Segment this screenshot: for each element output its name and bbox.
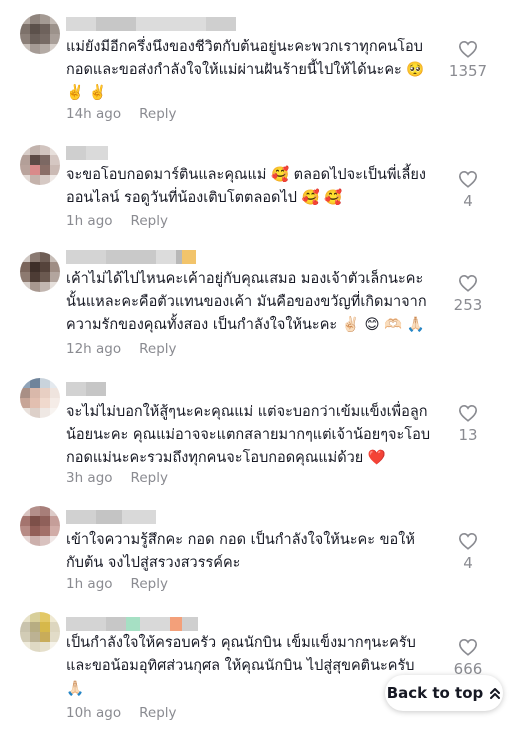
double-chevron-up-icon: [490, 688, 501, 699]
heart-icon: [458, 404, 478, 422]
heart-icon: [458, 40, 478, 58]
like-button[interactable]: 666: [444, 638, 492, 678]
username-blurred[interactable]: [66, 250, 196, 264]
avatar[interactable]: [20, 145, 60, 185]
like-button[interactable]: 1357: [444, 40, 492, 80]
reply-button[interactable]: Reply: [131, 470, 168, 486]
comment-meta: 1h ago Reply: [66, 213, 168, 229]
like-count: 4: [463, 192, 473, 210]
like-button[interactable]: 253: [444, 274, 492, 314]
comment-meta: 3h ago Reply: [66, 470, 168, 486]
reply-button[interactable]: Reply: [139, 705, 176, 721]
comment-time: 12h ago: [66, 341, 122, 357]
like-button[interactable]: 4: [444, 170, 492, 210]
avatar[interactable]: [20, 14, 60, 54]
avatar[interactable]: [20, 506, 60, 546]
heart-icon: [458, 274, 478, 292]
reply-button[interactable]: Reply: [131, 213, 168, 229]
comment-text: จะขอโอบกอดมาร์ตินและคุณแม่ 🥰 ตลอดไปจะเป็…: [66, 167, 426, 206]
comment-meta: 10h ago Reply: [66, 705, 177, 721]
heart-icon: [458, 170, 478, 188]
comment-time: 3h ago: [66, 470, 113, 486]
comment-text: จะไม่ไม่บอกให้สู้ๆนะคะคุณแม่ แต่จะบอกว่า…: [66, 404, 431, 466]
reply-button[interactable]: Reply: [131, 576, 168, 592]
comment-meta: 14h ago Reply: [66, 106, 177, 122]
comment-text: แม่ยังมีอีกครึ่งนึงของชีวิตกับต้นอยู่นะค…: [66, 39, 425, 101]
like-count: 253: [453, 296, 483, 314]
like-button[interactable]: 13: [444, 404, 492, 444]
username-blurred[interactable]: [66, 146, 108, 160]
username-blurred[interactable]: [66, 617, 198, 631]
like-count: 4: [463, 554, 473, 572]
comment-text: เข้าใจความรู้สึกคะ กอด กอด เป็นกำลังใจให…: [66, 532, 415, 571]
comment-meta: 1h ago Reply: [66, 576, 168, 592]
avatar[interactable]: [20, 378, 60, 418]
comment-text: เค้าไม่ได้ไปไหนคะเค้าอยู่กับคุณเสมอ มองเ…: [66, 271, 427, 333]
heart-icon: [458, 532, 478, 550]
comment-time: 14h ago: [66, 106, 122, 122]
reply-button[interactable]: Reply: [139, 341, 176, 357]
username-blurred[interactable]: [66, 17, 236, 31]
back-to-top-label: Back to top: [386, 684, 484, 702]
avatar[interactable]: [20, 612, 60, 652]
comment-meta: 12h ago Reply: [66, 341, 177, 357]
like-button[interactable]: 4: [444, 532, 492, 572]
comment-time: 1h ago: [66, 213, 113, 229]
username-blurred[interactable]: [66, 510, 156, 524]
avatar[interactable]: [20, 252, 60, 292]
comment-time: 1h ago: [66, 576, 113, 592]
like-count: 13: [458, 426, 478, 444]
like-count: 1357: [448, 62, 488, 80]
username-blurred[interactable]: [66, 382, 106, 396]
reply-button[interactable]: Reply: [139, 106, 176, 122]
heart-icon: [458, 638, 478, 656]
comment-time: 10h ago: [66, 705, 122, 721]
back-to-top-button[interactable]: Back to top: [385, 675, 503, 711]
